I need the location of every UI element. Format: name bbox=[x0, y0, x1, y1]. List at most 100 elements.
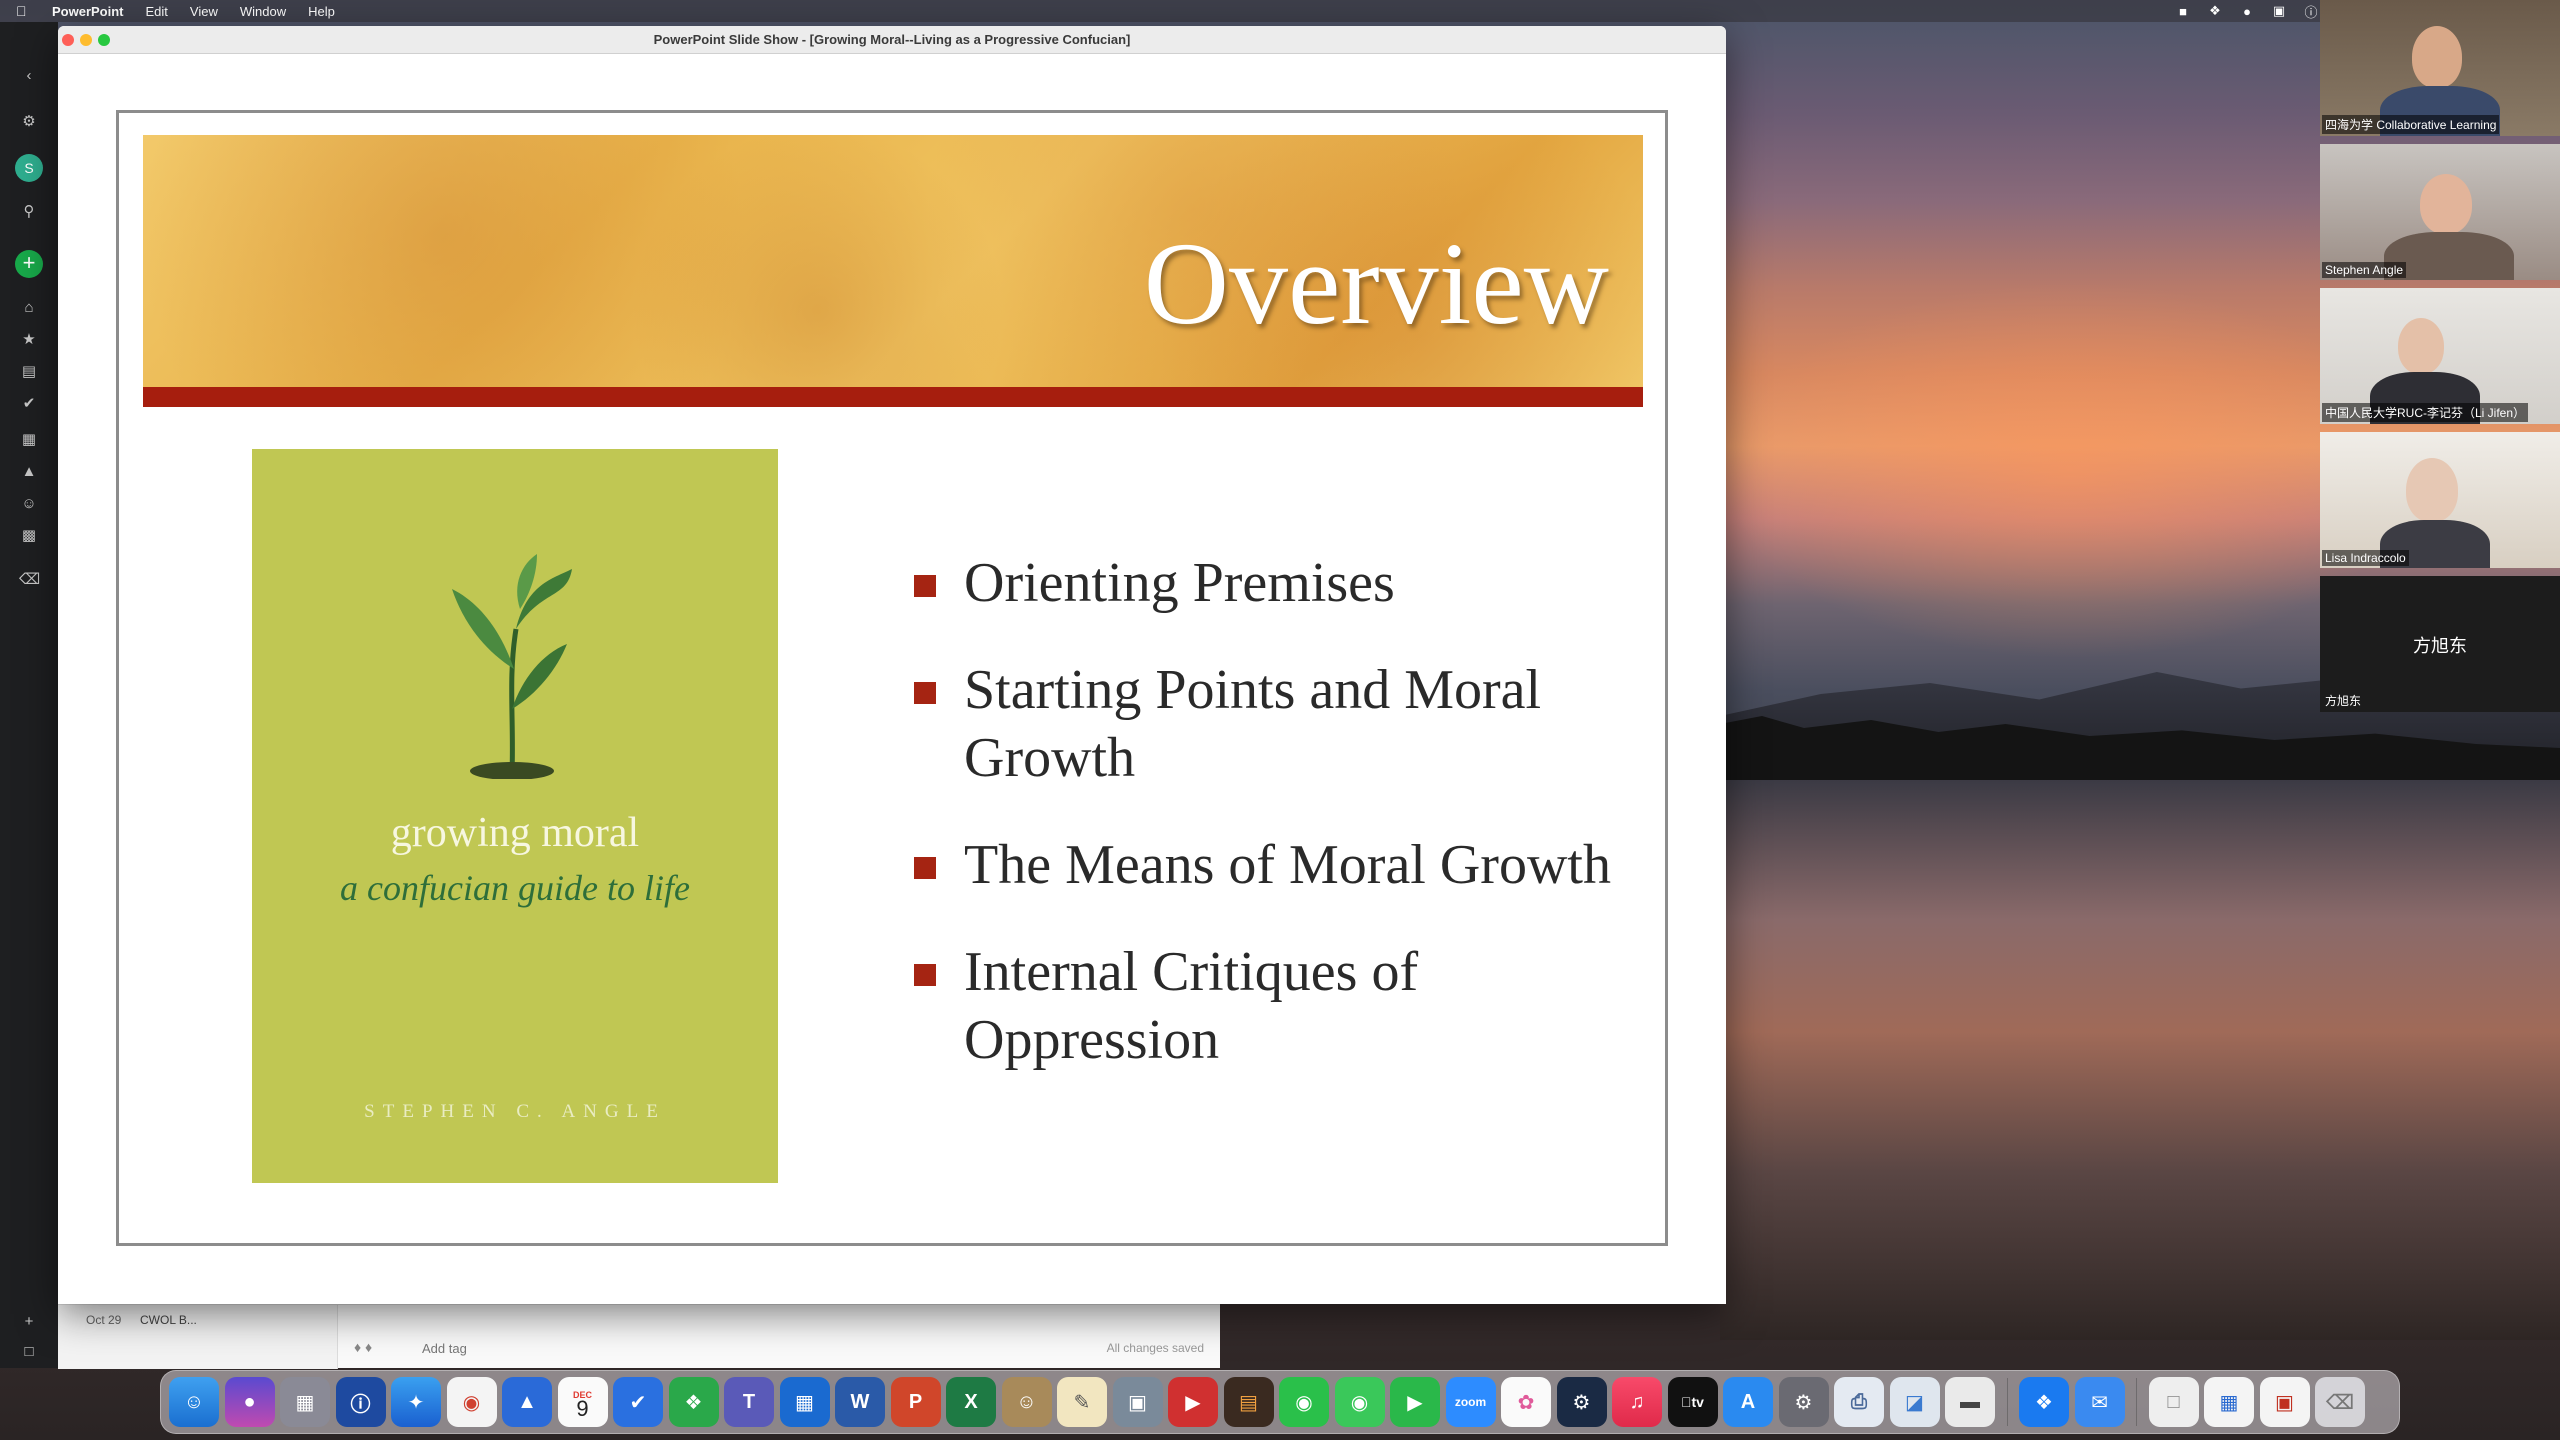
participant-tile[interactable]: 四海为学 Collaborative Learning bbox=[2320, 0, 2560, 136]
book-cover-image: growing moral a confucian guide to life … bbox=[252, 449, 778, 1183]
info-status-icon[interactable]: ⓘ bbox=[2304, 2, 2318, 21]
note-list-item[interactable]: Oct 29 CWOL B... bbox=[58, 1305, 338, 1369]
siri-icon[interactable]: ● bbox=[224, 1377, 275, 1427]
evernote-icon[interactable]: ❖ bbox=[668, 1377, 719, 1427]
bullet-square-icon bbox=[914, 682, 936, 704]
back-arrow-icon[interactable]: ‹ bbox=[19, 66, 39, 86]
bullet-item: Internal Critiques of Oppression bbox=[914, 938, 1634, 1074]
facetime-icon[interactable]: ▶ bbox=[1390, 1377, 1440, 1427]
settings-icon[interactable]: ⚙ bbox=[19, 112, 39, 132]
chrome-icon[interactable]: ◉ bbox=[446, 1377, 497, 1427]
excel-icon[interactable]: X bbox=[946, 1377, 996, 1427]
teams-icon[interactable]: T bbox=[724, 1377, 774, 1427]
pdf-app-icon[interactable]: ▶ bbox=[1168, 1377, 1218, 1427]
calendar-day: 9 bbox=[576, 1396, 589, 1421]
navigation-app-icon[interactable]: ▲ bbox=[502, 1377, 552, 1427]
book-title: growing moral bbox=[390, 810, 640, 856]
menu-app-name[interactable]: PowerPoint bbox=[52, 4, 124, 19]
tags-icon[interactable]: ▲ bbox=[19, 462, 39, 482]
dropbox-status-icon[interactable]: ❖ bbox=[2208, 3, 2222, 19]
wechat-icon[interactable]: ◉ bbox=[1279, 1377, 1329, 1427]
powerpoint-icon[interactable]: P bbox=[890, 1377, 941, 1427]
chat-status-icon[interactable]: ■ bbox=[2176, 4, 2190, 19]
save-status: All changes saved bbox=[1106, 1341, 1204, 1355]
bullet-text: Starting Points and Moral Growth bbox=[964, 659, 1542, 789]
tasks-app-icon[interactable]: ✔ bbox=[613, 1377, 663, 1427]
window-thumbnail-icon[interactable]: ▦ bbox=[2204, 1377, 2254, 1427]
slide: Overview growing moral a confucian guide… bbox=[116, 110, 1668, 1246]
add-person-icon[interactable]: + bbox=[19, 1312, 39, 1332]
participant-name: 四海为学 Collaborative Learning bbox=[2322, 115, 2500, 134]
home-icon[interactable]: ⌂ bbox=[19, 298, 39, 318]
window-thumbnail-icon[interactable]: ▣ bbox=[2259, 1377, 2310, 1427]
feedback-icon[interactable]: □ bbox=[19, 1342, 39, 1362]
slide-banner-bar bbox=[143, 387, 1643, 407]
participant-tile[interactable]: Stephen Angle bbox=[2320, 144, 2560, 280]
messages-icon[interactable]: ◉ bbox=[1334, 1377, 1385, 1427]
zoom-participant-panel: 四海为学 Collaborative Learning Stephen Angl… bbox=[2320, 0, 2560, 712]
dock: ☺ ● ▦ ⓘ ✦ ◉ ▲ DEC 9 ✔ ❖ T ▦ W P X ☺ ✎ ▣ … bbox=[160, 1370, 2400, 1434]
trello-icon[interactable]: ▦ bbox=[779, 1377, 830, 1427]
app-store-icon[interactable]: A bbox=[1723, 1377, 1773, 1427]
sync-status-icon[interactable]: ● bbox=[2240, 4, 2254, 19]
bullet-text: Orienting Premises bbox=[964, 552, 1395, 614]
preview-icon[interactable]: ▣ bbox=[1112, 1377, 1163, 1427]
finder-icon[interactable]: ☺ bbox=[169, 1377, 219, 1427]
menu-bar:  PowerPoint Edit View Window Help ■ ❖ ●… bbox=[0, 0, 2560, 22]
participant-tile[interactable]: 方旭东 方旭东 bbox=[2320, 576, 2560, 712]
menu-help[interactable]: Help bbox=[308, 4, 335, 19]
dropbox-icon[interactable]: ❖ bbox=[2019, 1377, 2069, 1427]
calendar-icon[interactable]: DEC 9 bbox=[557, 1377, 608, 1427]
window-titlebar[interactable]: PowerPoint Slide Show - [Growing Moral--… bbox=[58, 26, 1726, 54]
trash-icon[interactable]: ⌫ bbox=[2315, 1377, 2365, 1427]
launchpad-icon[interactable]: ▦ bbox=[280, 1377, 330, 1427]
new-note-button[interactable]: + bbox=[15, 250, 43, 278]
participant-video bbox=[2420, 174, 2472, 234]
add-tag-field[interactable]: Add tag bbox=[422, 1341, 467, 1356]
account-avatar[interactable]: S bbox=[15, 154, 43, 182]
slide-show-area[interactable]: Overview growing moral a confucian guide… bbox=[58, 54, 1726, 1304]
participant-name: 方旭东 bbox=[2325, 694, 2362, 708]
zoom-icon[interactable]: zoom bbox=[1445, 1377, 1496, 1427]
notes-icon[interactable]: ▤ bbox=[19, 362, 39, 382]
trash-icon[interactable]: ⌫ bbox=[19, 570, 40, 590]
participant-name: 中国人民大学RUC-李记芬（Li Jifen） bbox=[2322, 403, 2529, 422]
music-icon[interactable]: ♫ bbox=[1612, 1377, 1662, 1427]
mail-icon[interactable]: ✉ bbox=[2074, 1377, 2125, 1427]
printer-icon[interactable]: ⎙ bbox=[1834, 1377, 1884, 1427]
participant-tile[interactable]: Lisa Indraccolo bbox=[2320, 432, 2560, 568]
system-preferences-icon[interactable]: ⚙ bbox=[1778, 1377, 1829, 1427]
photos-icon[interactable]: ✿ bbox=[1501, 1377, 1551, 1427]
utility-app-icon[interactable]: ▬ bbox=[1945, 1377, 1995, 1427]
participant-name: Lisa Indraccolo bbox=[2322, 550, 2409, 566]
notes-pad-icon[interactable]: ✎ bbox=[1057, 1377, 1107, 1427]
safari-icon[interactable]: ✦ bbox=[391, 1377, 441, 1427]
participant-tile[interactable]: 中国人民大学RUC-李记芬（Li Jifen） bbox=[2320, 288, 2560, 424]
menu-view[interactable]: View bbox=[190, 4, 218, 19]
document-icon[interactable]: □ bbox=[2148, 1377, 2199, 1427]
shared-icon[interactable]: ☺ bbox=[19, 494, 39, 514]
search-icon[interactable]: ⚲ bbox=[19, 202, 39, 222]
reminder-icon[interactable]: ♦ ♦ bbox=[354, 1339, 372, 1355]
tasks-icon[interactable]: ✔ bbox=[19, 394, 39, 414]
notebooks-icon[interactable]: ▦ bbox=[19, 430, 39, 450]
dock-separator bbox=[2006, 1378, 2008, 1426]
1password-icon[interactable]: ⓘ bbox=[335, 1377, 386, 1427]
star-icon[interactable]: ★ bbox=[19, 330, 39, 350]
scanner-icon[interactable]: ◪ bbox=[1889, 1377, 1940, 1427]
apple-tv-icon[interactable]: tv bbox=[1667, 1377, 1718, 1427]
word-icon[interactable]: W bbox=[835, 1377, 885, 1427]
participant-video bbox=[2406, 458, 2458, 522]
apple-icon[interactable]:  bbox=[16, 3, 38, 19]
sprout-icon bbox=[452, 554, 572, 779]
menu-window[interactable]: Window bbox=[240, 4, 286, 19]
bullet-item: Orienting Premises bbox=[914, 549, 1634, 617]
contacts-icon[interactable]: ☺ bbox=[1001, 1377, 1052, 1427]
notes-sidebar: ‹ ⚙ S ⚲ + ⌂ ★ ▤ ✔ ▦ ▲ ☺ ▩ ⌫ + □ bbox=[0, 22, 58, 1368]
screen-status-icon[interactable]: ▣ bbox=[2272, 3, 2286, 19]
participant-video bbox=[2412, 26, 2462, 88]
menu-edit[interactable]: Edit bbox=[146, 4, 168, 19]
books-app-icon[interactable]: ▤ bbox=[1223, 1377, 1274, 1427]
chat-icon[interactable]: ▩ bbox=[19, 526, 39, 546]
steam-icon[interactable]: ⚙ bbox=[1556, 1377, 1607, 1427]
